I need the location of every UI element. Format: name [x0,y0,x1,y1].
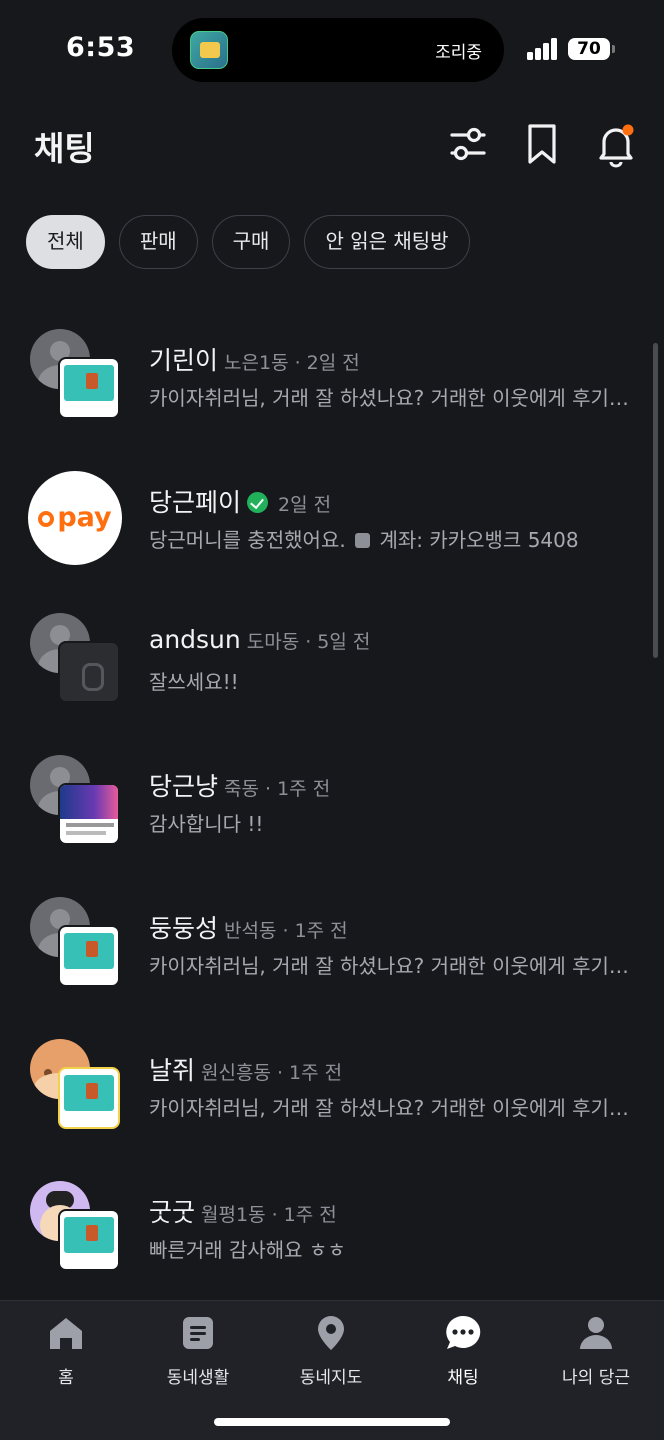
tab-my-carrot[interactable]: 나의 당근 [530,1313,662,1393]
tab-label: 홈 [58,1368,74,1388]
verified-badge-icon [247,492,269,513]
chip-selling[interactable]: 판매 [118,215,198,269]
page-title: 채팅 [34,129,95,168]
chat-last-message: 카이자취러님, 거래 잘 하셨나요? 거래한 이웃에게 후기를 남겨주세요 [149,954,633,978]
chat-row[interactable]: pay 당근페이 2일 전 당근머니를 충전했어요. 계좌: 카카오뱅크 5408 [0,427,664,569]
chat-row[interactable]: 기린이 노은1동 · 2일 전 카이자취러님, 거래 잘 하셨나요? 거래한 이웃… [0,285,664,427]
chat-icon [446,1315,481,1349]
battery-icon: 70 [568,38,610,60]
item-thumbnail-placeholder [58,641,120,703]
chat-name: 당근냥 [149,772,219,801]
pay-logo-avatar: pay [28,471,122,565]
status-time: 6:53 [66,32,136,63]
home-indicator[interactable] [214,1418,450,1426]
tab-chat[interactable]: 채팅 [397,1313,529,1393]
chat-meta: 반석동 · 1주 전 [224,920,348,942]
signal-icon [527,38,559,60]
tab-label: 동네지도 [299,1368,363,1388]
item-thumbnail [58,357,120,419]
chat-list: 기린이 노은1동 · 2일 전 카이자취러님, 거래 잘 하셨나요? 거래한 이웃… [0,285,664,1279]
chip-buying[interactable]: 구매 [211,215,291,269]
person-icon [580,1317,612,1349]
chat-name: 날쥐 [149,1056,196,1085]
tab-label: 나의 당근 [562,1368,630,1388]
chat-name: andsun [149,625,241,654]
battery-tip [612,45,615,53]
chat-last-message: 당근머니를 충전했어요. 계좌: 카카오뱅크 5408 [149,524,633,553]
chat-name: 둥둥성 [149,914,219,943]
chat-meta: 2일 전 [278,494,332,516]
chat-last-message: 잘쓰세요!! [149,670,239,694]
chip-all[interactable]: 전체 [26,215,105,269]
chat-row[interactable]: andsun 도마동 · 5일 전 잘쓰세요!! [0,569,664,711]
carrot-icon [38,511,55,527]
chat-meta: 월평1동 · 1주 전 [201,1204,337,1226]
tab-label: 동네생활 [166,1368,230,1388]
map-pin-icon [318,1316,344,1350]
home-icon [50,1318,82,1349]
chat-row[interactable]: 날쥐 원신흥동 · 1주 전 카이자취러님, 거래 잘 하셨나요? 거래한 이웃에… [0,995,664,1137]
item-thumbnail [58,1209,120,1271]
chat-meta: 죽동 · 1주 전 [224,778,331,800]
chat-last-message: 카이자취러님, 거래 잘 하셨나요? 거래한 이웃에게 후기를 남겨주세요 [149,1096,633,1120]
chat-last-message: 감사합니다 !! [149,812,264,836]
account-icon [355,533,371,548]
chat-last-message: 카이자취러님, 거래 잘 하셨나요? 거래한 이웃에게 후기를 남겨주세요 [149,386,633,410]
tab-community[interactable]: 동네생활 [132,1313,264,1393]
chat-meta: 원신흥동 · 1주 전 [201,1062,343,1084]
filter-chips: 전체 판매 구매 안 읽은 채팅방 [26,215,470,269]
avatar-stack [28,755,122,849]
filter-settings-icon[interactable] [444,120,492,168]
chat-meta: 도마동 · 5일 전 [246,631,371,653]
chat-last-message: 빠른거래 감사해요 ㅎㅎ [149,1238,346,1262]
item-thumbnail [58,925,120,987]
board-icon [183,1317,213,1349]
chat-row[interactable]: 당근냥 죽동 · 1주 전 감사합니다 !! [0,711,664,853]
chip-unread[interactable]: 안 읽은 채팅방 [304,215,470,269]
chat-meta: 노은1동 · 2일 전 [224,352,360,374]
bookmark-icon[interactable] [518,120,566,168]
item-thumbnail [58,1067,120,1129]
chat-name: 기린이 [149,346,219,375]
avatar-stack [28,1039,122,1133]
item-thumbnail [58,783,120,845]
notification-bell-icon[interactable] [592,120,640,168]
delivery-app-icon [190,31,228,69]
pay-logo-text: pay [57,502,112,533]
avatar-stack [28,897,122,991]
status-bar: 6:53 조리중 70 [0,0,664,100]
message-text: 계좌: 카카오뱅크 5408 [379,528,579,552]
scrollbar[interactable] [653,343,658,658]
tab-label: 채팅 [447,1368,479,1388]
chat-row[interactable]: 둥둥성 반석동 · 1주 전 카이자취러님, 거래 잘 하셨나요? 거래한 이웃에… [0,853,664,995]
avatar-stack [28,613,122,707]
chat-name: 당근페이 [149,488,242,517]
avatar-stack [28,1181,122,1275]
chat-screen: 6:53 조리중 70 채팅 전체 판매 구매 안 읽은 채팅방 기린이 노은1… [0,0,664,1440]
message-text: 당근머니를 충전했어요. [149,528,346,552]
tab-home[interactable]: 홈 [0,1313,132,1393]
tab-map[interactable]: 동네지도 [265,1313,397,1393]
island-status-text: 조리중 [435,43,482,63]
chat-row[interactable]: 굿굿 월평1동 · 1주 전 빠른거래 감사해요 ㅎㅎ [0,1137,664,1279]
avatar-stack [28,329,122,423]
dynamic-island[interactable]: 조리중 [172,18,504,82]
chat-name: 굿굿 [149,1198,196,1227]
